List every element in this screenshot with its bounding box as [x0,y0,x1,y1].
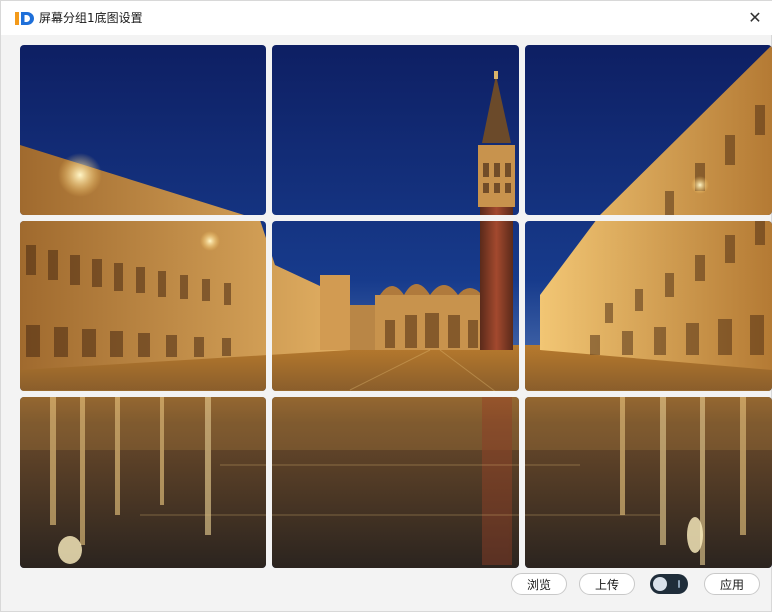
preview-tile[interactable] [525,397,772,568]
preview-tile[interactable] [272,397,519,568]
dialog-window: 屏幕分组1底图设置 ✕ 浏览 上传 应用 [0,0,772,612]
dialog-title: 屏幕分组1底图设置 [39,11,143,25]
preview-tile[interactable] [20,45,266,215]
preview-tile[interactable] [272,221,519,391]
apply-button[interactable]: 应用 [704,573,760,595]
preview-tile[interactable] [525,221,772,391]
toggle-knob [653,577,667,591]
title-bar: 屏幕分组1底图设置 ✕ [1,1,772,35]
browse-button[interactable]: 浏览 [511,573,567,595]
bottom-toolbar: 浏览 上传 应用 [1,573,772,597]
id-logo-icon [15,12,34,25]
preview-tile[interactable] [525,45,772,215]
background-preview-grid [20,45,772,568]
preview-tile[interactable] [20,397,266,568]
upload-button[interactable]: 上传 [579,573,635,595]
preview-tile[interactable] [272,45,519,215]
close-icon[interactable]: ✕ [745,8,765,28]
preview-tile[interactable] [20,221,266,391]
toggle-indicator-icon [678,580,680,588]
toggle-switch[interactable] [650,574,688,594]
